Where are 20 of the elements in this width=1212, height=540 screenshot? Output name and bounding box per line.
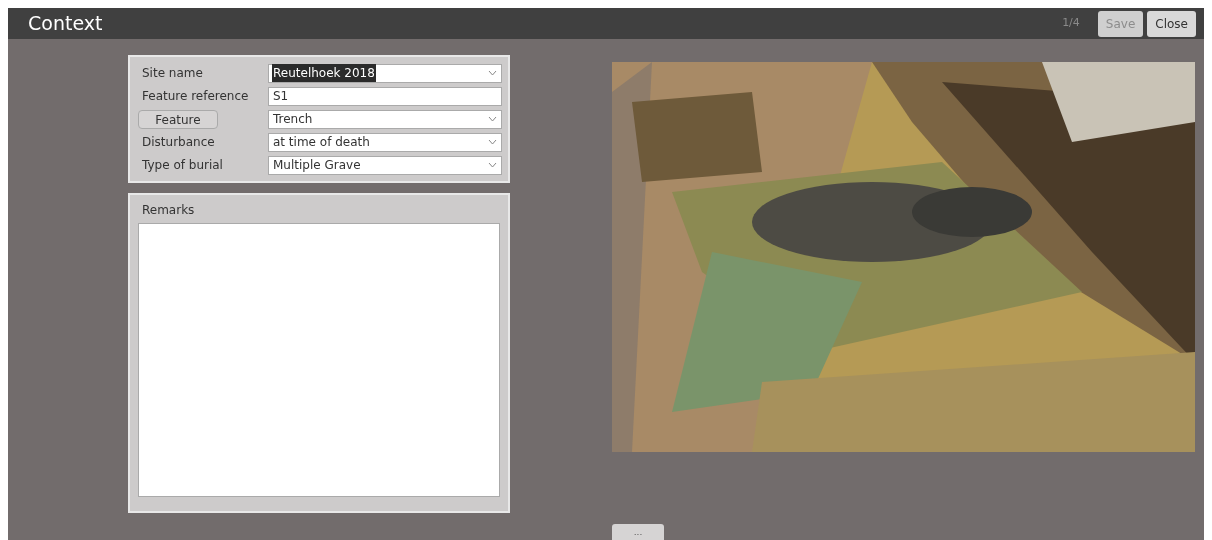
chevron-down-icon[interactable]: [488, 162, 497, 168]
window-title: Context: [28, 11, 103, 37]
more-button[interactable]: ...: [612, 524, 664, 540]
input-field[interactable]: S1: [268, 86, 502, 106]
record-counter: 1/4: [1062, 15, 1080, 32]
field-label: Type of burial: [141, 157, 224, 174]
chevron-down-icon[interactable]: [488, 70, 497, 76]
dropdown-field[interactable]: Multiple Grave: [268, 155, 502, 175]
remarks-field[interactable]: [138, 223, 500, 497]
chevron-down-icon[interactable]: [488, 116, 497, 122]
chevron-down-icon[interactable]: [488, 139, 497, 145]
dropdown-field[interactable]: Reutelhoek 2018: [268, 63, 502, 83]
field-label: Site name: [141, 65, 204, 82]
dropdown-field[interactable]: Trench: [268, 109, 502, 129]
dropdown-field[interactable]: at time of death: [268, 132, 502, 152]
field-label: Disturbance: [141, 134, 216, 151]
toolbar-button[interactable]: Close: [1147, 10, 1196, 37]
feature-button[interactable]: Feature: [138, 109, 218, 129]
field-label: Feature reference: [141, 88, 250, 105]
remarks-label: Remarks: [141, 202, 196, 219]
